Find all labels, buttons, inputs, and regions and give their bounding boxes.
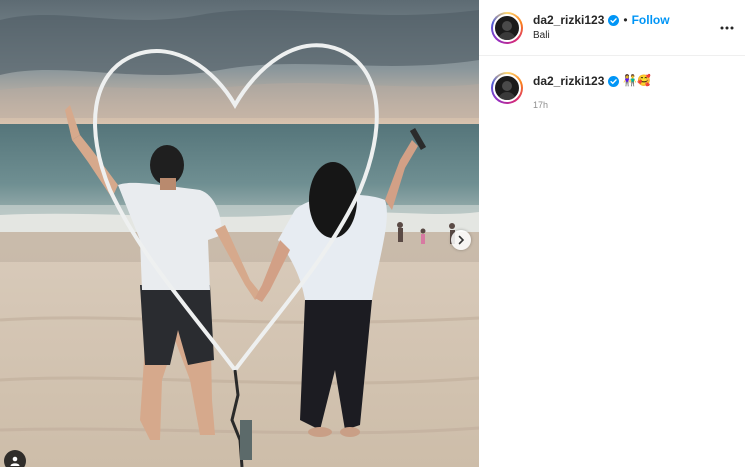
user-tag-icon (10, 456, 20, 466)
verified-badge-icon (608, 76, 620, 87)
post-photo[interactable] (0, 0, 479, 467)
post-side-panel: da2_rizki123 • Follow Bali da2_rizki123 … (479, 0, 745, 467)
follow-button[interactable]: Follow (632, 13, 670, 28)
avatar[interactable] (491, 72, 523, 104)
post-header: da2_rizki123 • Follow Bali (479, 0, 745, 56)
user-tag-button[interactable] (4, 450, 26, 467)
verified-badge-icon (608, 14, 620, 26)
caption-emojis: 👫🥰 (623, 75, 651, 87)
more-options-icon (720, 26, 734, 30)
username-link[interactable]: da2_rizki123 (533, 13, 604, 28)
avatar[interactable] (491, 11, 523, 44)
location-link[interactable]: Bali (533, 29, 670, 43)
separator-dot: • (623, 12, 628, 27)
post-timestamp[interactable]: 17h (533, 100, 651, 110)
caption-block: da2_rizki123 👫🥰 17h (479, 56, 745, 110)
caption-username-link[interactable]: da2_rizki123 (533, 74, 604, 89)
beach-couple-photo (0, 0, 479, 467)
more-options-button[interactable] (719, 20, 735, 36)
chevron-right-icon (458, 235, 465, 245)
next-photo-button[interactable] (451, 230, 471, 250)
